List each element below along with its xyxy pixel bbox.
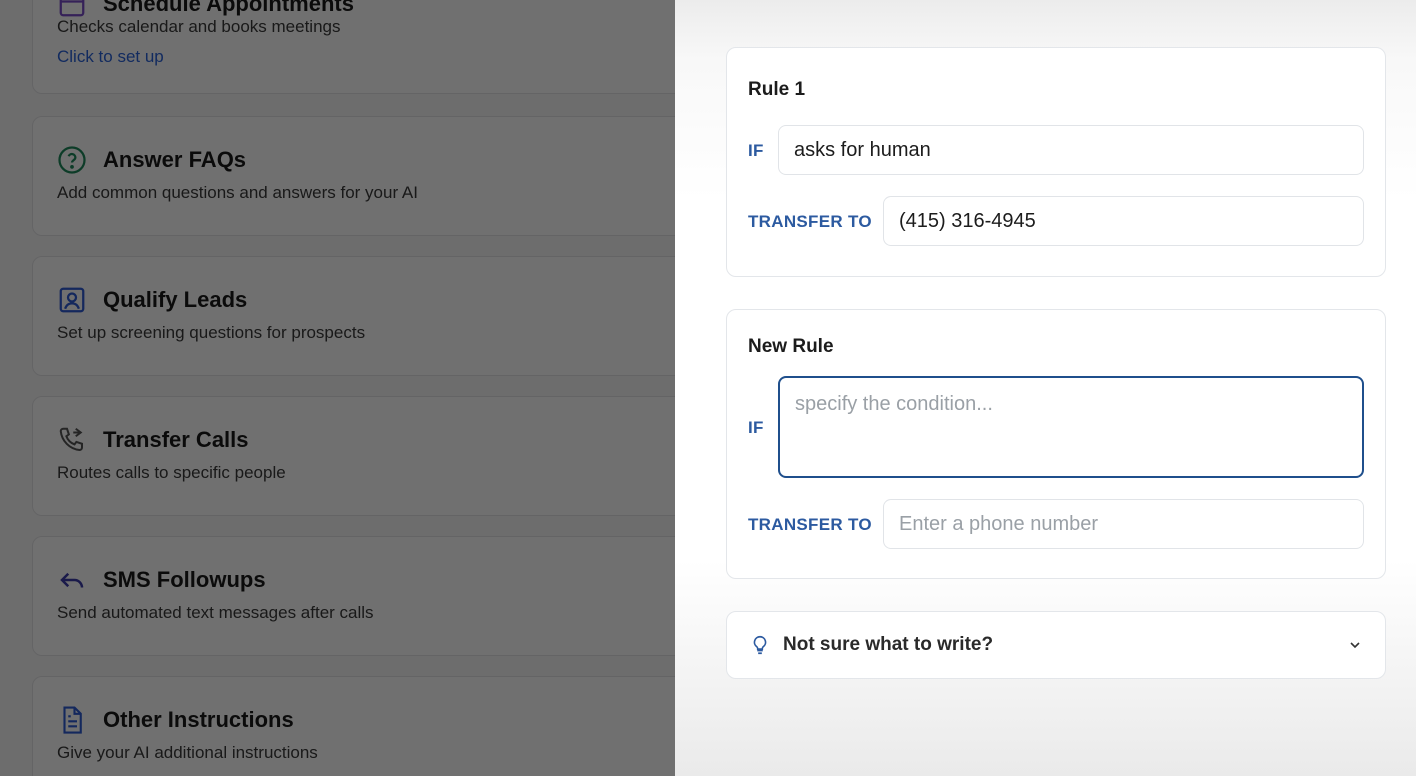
setup-link[interactable]: Click to set up <box>57 47 164 67</box>
help-text: Not sure what to write? <box>783 634 994 655</box>
rule-title: Rule 1 <box>748 79 806 100</box>
feature-title: Transfer Calls <box>103 427 249 452</box>
feature-description: Routes calls to specific people <box>57 463 286 482</box>
if-condition-textarea[interactable] <box>778 376 1364 478</box>
feature-title: SMS Followups <box>103 567 266 592</box>
document-icon <box>57 705 87 735</box>
features-panel: Schedule Appointments Checks calendar an… <box>0 0 675 776</box>
feature-card-sms-followups[interactable]: SMS Followups Send automated text messag… <box>32 536 675 656</box>
lightbulb-icon <box>753 635 767 655</box>
user-badge-icon <box>57 285 87 315</box>
if-label: IF <box>748 418 764 437</box>
feature-description: Checks calendar and books meetings <box>57 17 341 36</box>
if-label: IF <box>748 141 764 160</box>
transfer-phone-input[interactable] <box>883 499 1364 549</box>
reply-arrow-icon <box>57 565 87 595</box>
rule-card-1: Rule 1 IF TRANSFER TO <box>726 47 1386 277</box>
feature-card-answer-faqs[interactable]: Answer FAQs Add common questions and ans… <box>32 116 675 236</box>
phone-forward-icon <box>57 425 87 455</box>
feature-title: Schedule Appointments <box>103 0 354 16</box>
chevron-down-icon[interactable] <box>1347 637 1363 653</box>
feature-card-schedule-appointments[interactable]: Schedule Appointments Checks calendar an… <box>32 0 675 94</box>
feature-description: Add common questions and answers for you… <box>57 183 418 202</box>
transfer-to-label: TRANSFER TO <box>748 212 872 231</box>
writing-help-accordion[interactable]: Not sure what to write? <box>726 611 1386 679</box>
feature-title: Qualify Leads <box>103 287 248 312</box>
rule-card-new: New Rule IF TRANSFER TO <box>726 309 1386 579</box>
question-circle-icon <box>57 145 87 175</box>
rule-title: New Rule <box>748 336 834 357</box>
transfer-rules-drawer: Rule 1 IF TRANSFER TO New Rule IF TRANSF… <box>675 0 1416 776</box>
feature-title: Answer FAQs <box>103 147 247 172</box>
transfer-to-label: TRANSFER TO <box>748 515 872 534</box>
feature-card-qualify-leads[interactable]: Qualify Leads Set up screening questions… <box>32 256 675 376</box>
if-condition-input[interactable] <box>778 125 1364 175</box>
feature-card-other-instructions[interactable]: Other Instructions Give your AI addition… <box>32 676 675 776</box>
transfer-phone-input[interactable] <box>883 196 1364 246</box>
feature-title: Other Instructions <box>103 707 294 732</box>
feature-description: Give your AI additional instructions <box>57 743 318 762</box>
feature-description: Set up screening questions for prospects <box>57 323 366 342</box>
feature-description: Send automated text messages after calls <box>57 603 374 622</box>
feature-card-transfer-calls[interactable]: Transfer Calls Routes calls to specific … <box>32 396 675 516</box>
